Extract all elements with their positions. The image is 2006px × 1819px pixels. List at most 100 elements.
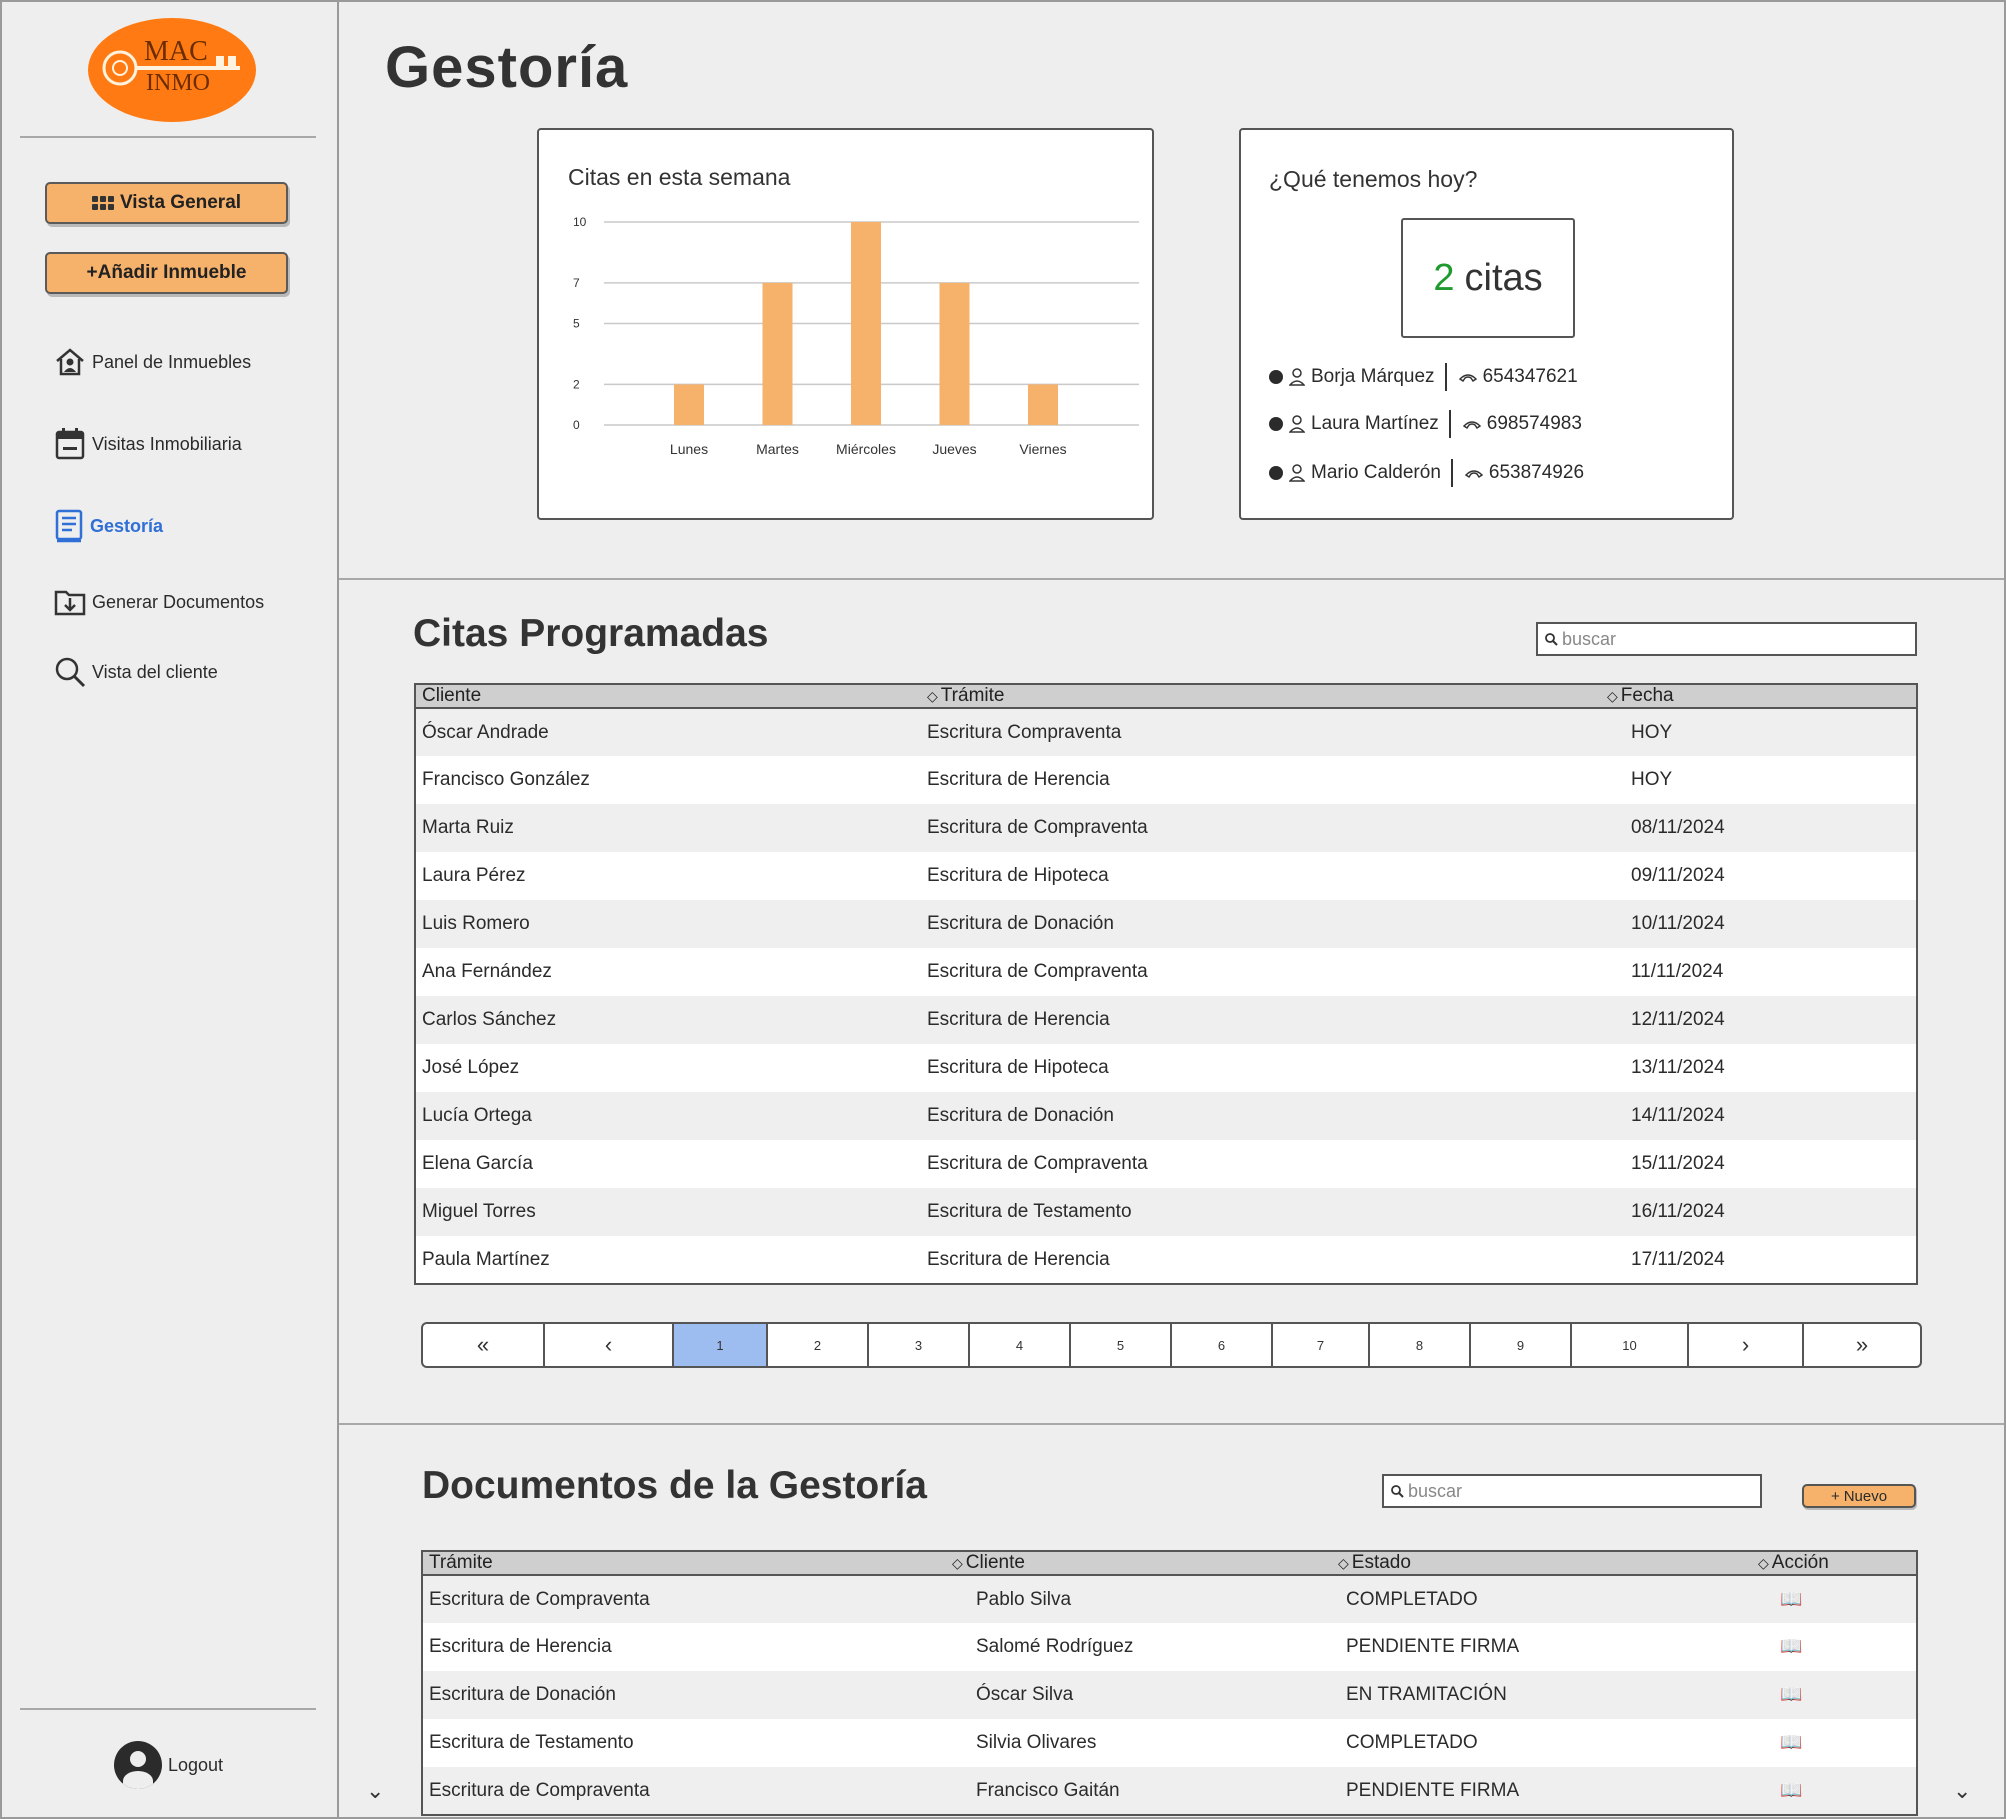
pagination-page-5[interactable]: 5: [1071, 1324, 1172, 1366]
chevron-down-icon[interactable]: ⌄: [1953, 1778, 1971, 1804]
user-icon: [1289, 464, 1305, 482]
column-header-tramite[interactable]: Trámite: [422, 1551, 946, 1576]
today-contact-row[interactable]: Laura Martínez 698574983: [1269, 409, 1582, 439]
cell-cliente: Elena García: [415, 1140, 921, 1188]
today-count-unit: citas: [1464, 256, 1543, 299]
table-row[interactable]: Francisco González Escritura de Herencia H…: [415, 756, 1917, 804]
cell-cliente: Silvia Olivares: [946, 1719, 1332, 1767]
column-header-cliente[interactable]: Cliente: [415, 684, 921, 709]
pagination-page-7[interactable]: 7: [1273, 1324, 1370, 1366]
table-row[interactable]: Miguel Torres Escritura de Testamento 16/1…: [415, 1188, 1917, 1236]
logout-button[interactable]: Logout: [114, 1741, 223, 1789]
pagination-page-3[interactable]: 3: [869, 1324, 970, 1366]
today-count-box: 2 citas: [1401, 218, 1575, 338]
cell-cliente: Luis Romero: [415, 900, 921, 948]
column-header-label: Estado: [1351, 1552, 1411, 1573]
add-property-button[interactable]: +Añadir Inmueble: [45, 252, 288, 294]
divider: [1448, 410, 1451, 438]
sidebar-item-visitas[interactable]: Visitas Inmobiliaria: [54, 426, 242, 462]
brand-logo[interactable]: MAC INMO: [88, 18, 256, 122]
new-document-button[interactable]: + Nuevo: [1802, 1484, 1916, 1508]
vista-general-button[interactable]: Vista General: [45, 182, 288, 224]
x-tick-label: Viernes: [1019, 441, 1066, 457]
pagination-prev-button[interactable]: ‹: [545, 1324, 674, 1366]
cell-fecha: 08/11/2024: [1601, 804, 1917, 852]
cell-cliente: Francisco González: [415, 756, 921, 804]
column-header-estado[interactable]: ◇ Estado: [1332, 1551, 1752, 1576]
table-row[interactable]: Luis Romero Escritura de Donación 10/11/20…: [415, 900, 1917, 948]
today-count: 2: [1433, 256, 1455, 299]
vista-general-label: Vista General: [119, 192, 242, 213]
grid-icon: [91, 196, 114, 210]
table-row[interactable]: Escritura de Donación Óscar Silva EN TRAMI…: [422, 1671, 1917, 1719]
cell-estado: COMPLETADO: [1332, 1575, 1752, 1623]
table-row[interactable]: Carlos Sánchez Escritura de Herencia 12/11…: [415, 996, 1917, 1044]
avatar-icon: [114, 1741, 162, 1789]
sidebar-item-vista-cliente[interactable]: Vista del cliente: [54, 654, 218, 690]
table-row[interactable]: Escritura de Compraventa Francisco Gaitán…: [422, 1767, 1917, 1815]
table-row[interactable]: José López Escritura de Hipoteca 13/11/202…: [415, 1044, 1917, 1092]
cell-tramite: Escritura de Hipoteca: [921, 1044, 1601, 1092]
x-tick-label: Lunes: [670, 441, 708, 457]
table-row[interactable]: Escritura de Compraventa Pablo Silva COMPL…: [422, 1575, 1917, 1623]
column-header-cliente[interactable]: ◇ Cliente: [946, 1551, 1332, 1576]
sidebar-item-panel-inmuebles[interactable]: Panel de Inmuebles: [54, 344, 251, 380]
cell-cliente: Francisco Gaitán: [946, 1767, 1332, 1815]
divider: [1450, 459, 1453, 487]
pagination-page-8[interactable]: 8: [1370, 1324, 1471, 1366]
table-row[interactable]: Escritura de Testamento Silvia Olivares CO…: [422, 1719, 1917, 1767]
cell-cliente: Óscar Andrade: [415, 708, 921, 756]
bullet-icon: [1269, 370, 1283, 384]
pagination-next-button[interactable]: ›: [1689, 1324, 1804, 1366]
pagination-first-button[interactable]: «: [423, 1324, 545, 1366]
table-row[interactable]: Marta Ruiz Escritura de Compraventa 08/11/…: [415, 804, 1917, 852]
cell-fecha: 13/11/2024: [1601, 1044, 1917, 1092]
documentos-section-title: Documentos de la Gestoría: [422, 1464, 927, 1507]
pagination-page-6[interactable]: 6: [1172, 1324, 1273, 1366]
cell-cliente: Miguel Torres: [415, 1188, 921, 1236]
today-contact-row[interactable]: Borja Márquez 654347621: [1269, 362, 1578, 392]
cell-cliente: Paula Martínez: [415, 1236, 921, 1284]
table-row[interactable]: Óscar Andrade Escritura Compraventa HOY: [415, 708, 1917, 756]
weekly-card-title: Citas en esta semana: [568, 164, 791, 190]
pagination-page-2[interactable]: 2: [768, 1324, 869, 1366]
citas-search-input[interactable]: buscar: [1536, 622, 1917, 656]
column-header-tramite[interactable]: ◇ Trámite: [921, 684, 1601, 709]
cell-cliente: Salomé Rodríguez: [946, 1623, 1332, 1671]
table-row[interactable]: Laura Pérez Escritura de Hipoteca 09/11/20…: [415, 852, 1917, 900]
sidebar-item-label: Visitas Inmobiliaria: [92, 433, 242, 454]
today-contact-row[interactable]: Mario Calderón 653874926: [1269, 458, 1584, 488]
pagination-page-10[interactable]: 10: [1572, 1324, 1689, 1366]
pagination-last-button[interactable]: »: [1804, 1324, 1920, 1366]
table-row[interactable]: Paula Martínez Escritura de Herencia 17/11…: [415, 1236, 1917, 1284]
table-row[interactable]: Elena García Escritura de Compraventa 15/1…: [415, 1140, 1917, 1188]
today-card-title: ¿Qué tenemos hoy?: [1269, 166, 1478, 192]
book-icon[interactable]: 📖: [1780, 1684, 1802, 1704]
sidebar-item-generar-documentos[interactable]: Generar Documentos: [54, 584, 264, 620]
table-row[interactable]: Lucía Ortega Escritura de Donación 14/11/2…: [415, 1092, 1917, 1140]
sidebar-divider-top: [20, 136, 316, 138]
x-tick-label: Jueves: [932, 441, 976, 457]
cell-tramite: Escritura de Compraventa: [422, 1575, 946, 1623]
column-header-label: Trámite: [940, 685, 1005, 706]
table-row[interactable]: Ana Fernández Escritura de Compraventa 11/…: [415, 948, 1917, 996]
pagination-page-9[interactable]: 9: [1471, 1324, 1572, 1366]
book-icon[interactable]: 📖: [1780, 1732, 1802, 1752]
column-header-label: Fecha: [1620, 685, 1674, 706]
cell-fecha: 09/11/2024: [1601, 852, 1917, 900]
book-icon[interactable]: 📖: [1780, 1636, 1802, 1656]
pagination-page-4[interactable]: 4: [970, 1324, 1071, 1366]
phone-icon: [1462, 421, 1481, 430]
pagination-page-1[interactable]: 1: [674, 1324, 768, 1366]
book-icon[interactable]: 📖: [1780, 1589, 1802, 1609]
sidebar-item-gestoria[interactable]: Gestoría: [54, 508, 163, 544]
folder-download-icon: [54, 590, 86, 616]
column-header-fecha[interactable]: ◇ Fecha: [1601, 684, 1917, 709]
column-header-accion[interactable]: ◇ Acción: [1752, 1551, 1917, 1576]
sidebar: MAC INMO Vista General +Añadir Inmueble …: [0, 0, 339, 1819]
table-row[interactable]: Escritura de Herencia Salomé Rodríguez PEN…: [422, 1623, 1917, 1671]
cell-fecha: 11/11/2024: [1601, 948, 1917, 996]
documentos-search-input[interactable]: buscar: [1382, 1474, 1762, 1508]
bar: [762, 282, 793, 425]
book-icon[interactable]: 📖: [1780, 1780, 1802, 1800]
